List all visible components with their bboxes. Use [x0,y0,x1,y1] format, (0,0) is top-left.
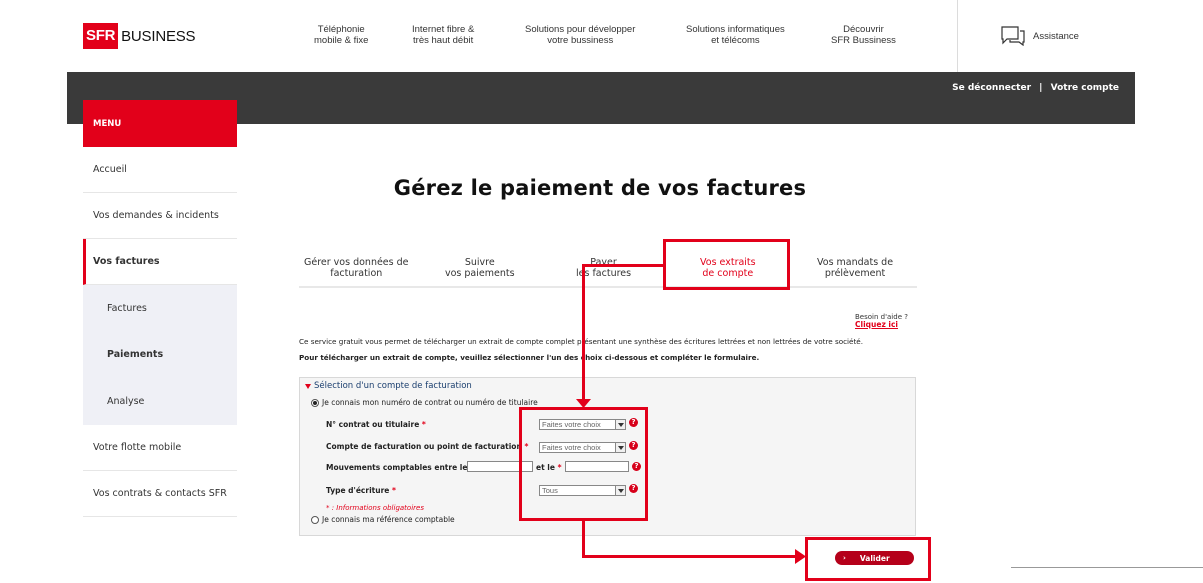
topnav-line: très haut débit [413,35,474,46]
annotation-box-button [805,537,931,581]
topnav-line: Solutions pour développer [525,24,636,35]
page-title: Gérez le paiement de vos factures [393,176,807,200]
annotation-line [582,264,585,405]
annotation-arrowhead-icon [795,549,806,564]
tab-line: prélèvement [824,268,886,279]
account-separator: | [1039,83,1043,93]
tab-line: Vos mandats de [817,257,894,268]
topnav-solutions-business[interactable]: Solutions pour développer votre bussines… [525,24,635,46]
annotation-box-fields [519,407,648,521]
chat-bubble-icon [1001,26,1025,46]
annotation-line [582,264,665,267]
sidebar-item-demandes[interactable]: Vos demandes & incidents [83,193,237,239]
sidebar-subitem-paiements[interactable]: Paiements [83,331,237,378]
sidebar-item-contrats[interactable]: Vos contrats & contacts SFR [83,470,237,517]
sidebar-item-accueil[interactable]: Accueil [83,147,237,193]
sidebar-subitem-factures[interactable]: Factures [83,285,237,332]
topnav-solutions-it[interactable]: Solutions informatiques et télécoms [686,24,785,46]
contract-label: N° contrat ou titulaire * [326,420,426,429]
radio-contract-number[interactable]: Je connais mon numéro de contrat ou numé… [311,398,538,407]
radio-unselected-icon[interactable] [311,515,319,524]
topnav-telephonie[interactable]: Téléphonie mobile & fixe [314,24,368,46]
billing-label-text: Compte de facturation ou point de factur… [326,442,522,451]
billing-label: Compte de facturation ou point de factur… [326,442,528,451]
annotation-line [582,521,585,558]
topnav-discover[interactable]: Découvrir SFR Bussiness [831,24,896,46]
footer-divider [1011,567,1203,568]
annotation-arrowhead-icon [576,399,591,408]
contract-label-text: N° contrat ou titulaire [326,420,420,429]
sidebar-item-factures-section[interactable]: Vos factures [83,239,237,285]
account-links: Se déconnecter | Votre compte [952,83,1119,93]
your-account-link[interactable]: Votre compte [1051,83,1119,93]
info-text-instructions: Pour télécharger un extrait de compte, v… [299,353,760,362]
tab-line: facturation [330,268,383,279]
panel-title[interactable]: Sélection d'un compte de facturation [305,381,472,391]
radio-label: Je connais ma référence comptable [322,515,455,524]
tab-line: Gérer vos données de [304,257,409,268]
topnav-line: et télécoms [711,35,760,46]
help-link[interactable]: Cliquez ici [855,320,898,329]
logout-link[interactable]: Se déconnecter [952,83,1031,93]
assistance-label: Assistance [1033,30,1079,42]
topnav-line: SFR Bussiness [831,35,896,46]
movements-label: Mouvements comptables entre le * [326,463,474,472]
sidebar-subitem-analyse[interactable]: Analyse [83,378,237,425]
entry-type-label: Type d'écriture * [326,486,396,495]
sidebar-item-flotte[interactable]: Votre flotte mobile [83,424,237,471]
radio-accounting-reference[interactable]: Je connais ma référence comptable [311,515,455,524]
assistance-link[interactable]: Assistance [1001,26,1079,46]
help-block: Besoin d'aide ? Cliquez ici [855,313,908,329]
radio-label: Je connais mon numéro de contrat ou numé… [322,398,538,407]
topnav-line: mobile & fixe [314,35,369,46]
required-star: * [391,486,396,495]
radio-selected-icon[interactable] [311,398,319,407]
required-star: * [421,420,426,429]
annotation-box-tab [663,239,790,290]
topnav-internet[interactable]: Internet fibre & très haut débit [412,24,474,46]
movements-label-text: Mouvements comptables entre le [326,463,468,472]
sidebar: Accueil Vos demandes & incidents Vos fac… [83,147,237,517]
topnav-line: Téléphonie [317,24,365,35]
topnav-line: Solutions informatiques [686,24,785,35]
required-note: * : Informations obligatoires [326,504,424,512]
topnav-line: votre bussiness [547,35,614,46]
annotation-line [582,555,796,558]
entry-type-label-text: Type d'écriture [326,486,390,495]
sfr-business-logo[interactable]: SFR BUSINESS [83,23,196,49]
tab-underline [299,286,917,288]
tab-suivre-paiements[interactable]: Suivre vos paiements [445,257,515,279]
tab-donnees-facturation[interactable]: Gérer vos données de facturation [304,257,409,279]
logo-sfr-text: SFR [83,23,119,49]
panel-title-text: Sélection d'un compte de facturation [314,381,472,391]
tab-mandats-prelevement[interactable]: Vos mandats de prélèvement [817,257,893,279]
menu-header: MENU [83,100,237,147]
topnav-line: Découvrir [843,24,884,35]
tab-line: vos paiements [445,268,515,279]
tab-line: Suivre [464,257,495,268]
caret-down-icon [305,383,311,389]
info-text-service: Ce service gratuit vous permet de téléch… [299,337,863,346]
header-divider [957,0,958,72]
logo-business-text: BUSINESS [121,27,196,45]
topnav-line: Internet fibre & [412,24,475,35]
